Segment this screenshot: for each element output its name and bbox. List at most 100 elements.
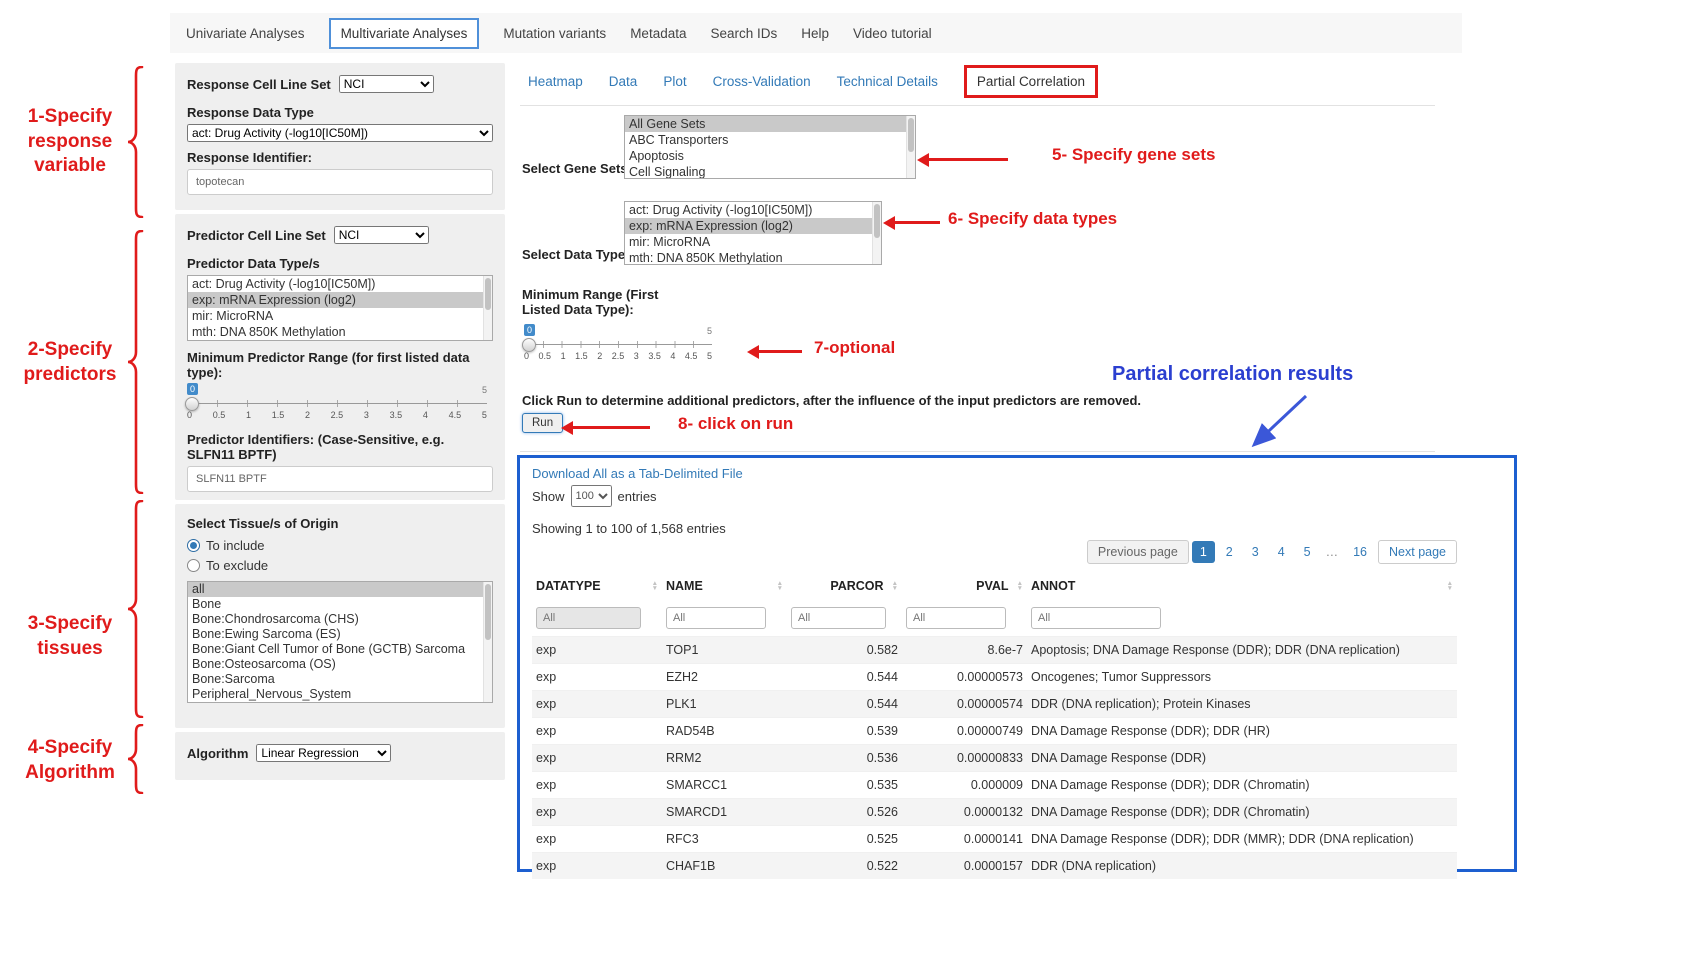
listbox-option[interactable]: Bone:Giant Cell Tumor of Bone (GCTB) Sar… [188,642,492,657]
entries-select[interactable]: 100 [571,485,612,507]
col-parcor[interactable]: PARCOR ▲▼ [787,572,902,600]
slider-track[interactable] [187,403,487,404]
table-row[interactable]: exp RFC3 0.525 0.0000141 DNA Damage Resp… [532,826,1457,853]
nav-multivariate-analyses[interactable]: Multivariate Analyses [329,18,480,49]
nav-univariate-analyses[interactable]: Univariate Analyses [186,26,305,41]
table-row[interactable]: exp PLK1 0.544 0.00000574 DDR (DNA repli… [532,691,1457,718]
response-cell-line-set-select[interactable]: NCI [339,75,434,93]
nav-help[interactable]: Help [801,26,829,41]
listbox-option[interactable]: Bone:Osteosarcoma (OS) [188,657,492,672]
scrollbar-thumb[interactable] [485,584,491,640]
listbox-option[interactable]: Bone:Sarcoma [188,672,492,687]
min-range-slider[interactable]: 0 5 0 0.5 1 1.5 2 2.5 3 3.5 4 4.5 5 [524,323,712,367]
data-types-listbox[interactable]: act: Drug Activity (-log10[IC50M]) exp: … [624,201,882,265]
slider-handle[interactable] [185,397,199,411]
tab-data[interactable]: Data [609,74,638,89]
scrollbar-thumb[interactable] [485,278,491,310]
table-row[interactable]: exp RAD54B 0.539 0.00000749 DNA Damage R… [532,718,1457,745]
listbox-option[interactable]: mth: DNA 850K Methylation [188,324,492,340]
tissue-exclude-radio[interactable]: To exclude [187,558,493,573]
sort-icon[interactable]: ▲▼ [1447,581,1453,592]
sort-icon[interactable]: ▲▼ [652,581,658,592]
next-page-button[interactable]: Next page [1378,540,1457,564]
tab-cross-validation[interactable]: Cross-Validation [713,74,811,89]
tab-plot[interactable]: Plot [663,74,686,89]
tab-technical-details[interactable]: Technical Details [837,74,938,89]
listbox-option[interactable]: Peripheral_Nervous_System [188,687,492,702]
col-annot[interactable]: ANNOT ▲▼ [1027,572,1457,600]
listbox-option[interactable]: Bone:Ewing Sarcoma (ES) [188,627,492,642]
sort-icon[interactable]: ▲▼ [1017,581,1023,592]
tab-partial-correlation[interactable]: Partial Correlation [964,65,1098,98]
nav-search-ids[interactable]: Search IDs [710,26,777,41]
predictor-data-types-listbox[interactable]: act: Drug Activity (-log10[IC50M]) exp: … [187,275,493,341]
listbox-option[interactable]: mir: MicroRNA [625,234,881,250]
radio-unchecked-icon[interactable] [187,559,200,572]
sort-icon[interactable]: ▲▼ [777,581,783,592]
scrollbar[interactable] [872,202,881,264]
scrollbar[interactable] [906,116,915,178]
response-identifier-input[interactable] [187,169,493,195]
page-button-16[interactable]: 16 [1345,541,1375,563]
filter-datatype-input[interactable] [536,607,641,629]
predictor-cell-line-set-select[interactable]: NCI [334,226,429,244]
page-button-3[interactable]: 3 [1244,541,1267,563]
run-button[interactable]: Run [522,413,563,433]
filter-pval-input[interactable] [906,607,1006,629]
page-button-5[interactable]: 5 [1296,541,1319,563]
col-name[interactable]: NAME ▲▼ [662,572,787,600]
filter-parcor-input[interactable] [791,607,886,629]
scrollbar[interactable] [483,582,492,702]
listbox-option-selected[interactable]: All Gene Sets [625,116,915,132]
listbox-option[interactable]: ABC Transporters [625,132,915,148]
cell-parcor: 0.536 [787,745,902,772]
table-row[interactable]: exp TOP1 0.582 8.6e-7 Apoptosis; DNA Dam… [532,637,1457,664]
section-divider [520,451,1435,452]
tissue-listbox[interactable]: all Bone Bone:Chondrosarcoma (CHS) Bone:… [187,581,493,703]
tissue-include-radio[interactable]: To include [187,538,493,553]
listbox-option[interactable]: Bone:Chondrosarcoma (CHS) [188,612,492,627]
scrollbar-thumb[interactable] [874,204,880,238]
predictor-identifiers-input[interactable] [187,466,493,492]
filter-name-input[interactable] [666,607,766,629]
listbox-option-selected[interactable]: all [188,582,492,597]
sort-icon[interactable]: ▲▼ [892,581,898,592]
listbox-option[interactable]: mir: MicroRNA [188,308,492,324]
scrollbar[interactable] [483,276,492,340]
scrollbar-thumb[interactable] [908,118,914,152]
listbox-option[interactable]: Bone [188,597,492,612]
gene-sets-listbox[interactable]: All Gene Sets ABC Transporters Apoptosis… [624,115,916,179]
download-link[interactable]: Download All as a Tab-Delimited File [532,466,743,481]
algorithm-select[interactable]: Linear Regression [256,744,391,762]
nav-mutation-variants[interactable]: Mutation variants [503,26,606,41]
page-button-1[interactable]: 1 [1192,541,1215,563]
page-button-2[interactable]: 2 [1218,541,1241,563]
listbox-option-selected[interactable]: exp: mRNA Expression (log2) [625,218,881,234]
table-row[interactable]: exp CHAF1B 0.522 0.0000157 DDR (DNA repl… [532,853,1457,880]
nav-metadata[interactable]: Metadata [630,26,686,41]
listbox-option[interactable]: mth: DNA 850K Methylation [625,250,881,265]
listbox-option-selected[interactable]: exp: mRNA Expression (log2) [188,292,492,308]
listbox-option[interactable]: act: Drug Activity (-log10[IC50M]) [188,276,492,292]
listbox-option[interactable]: Apoptosis [625,148,915,164]
cell-annot: DNA Damage Response (DDR); DDR (MMR); DD… [1027,826,1457,853]
slider-handle[interactable] [522,338,536,352]
nav-video-tutorial[interactable]: Video tutorial [853,26,932,41]
listbox-option[interactable]: Cell Signaling [625,164,915,179]
table-row[interactable]: exp SMARCD1 0.526 0.0000132 DNA Damage R… [532,799,1457,826]
table-row[interactable]: exp RRM2 0.536 0.00000833 DNA Damage Res… [532,745,1457,772]
slider-track[interactable] [524,344,712,345]
radio-checked-icon[interactable] [187,539,200,552]
listbox-option[interactable]: act: Drug Activity (-log10[IC50M]) [625,202,881,218]
table-row[interactable]: exp SMARCC1 0.535 0.000009 DNA Damage Re… [532,772,1457,799]
page-button-4[interactable]: 4 [1270,541,1293,563]
previous-page-button[interactable]: Previous page [1087,540,1189,564]
tab-heatmap[interactable]: Heatmap [528,74,583,89]
arrow-optional-icon [758,350,802,353]
response-data-type-select[interactable]: act: Drug Activity (-log10[IC50M]) [187,124,493,142]
col-datatype[interactable]: DATATYPE ▲▼ [532,572,662,600]
min-predictor-range-slider[interactable]: 0 5 0 0.5 1 1.5 2 2.5 3 3.5 4 4.5 5 [187,382,487,426]
table-row[interactable]: exp EZH2 0.544 0.00000573 Oncogenes; Tum… [532,664,1457,691]
filter-annot-input[interactable] [1031,607,1161,629]
col-pval[interactable]: PVAL ▲▼ [902,572,1027,600]
